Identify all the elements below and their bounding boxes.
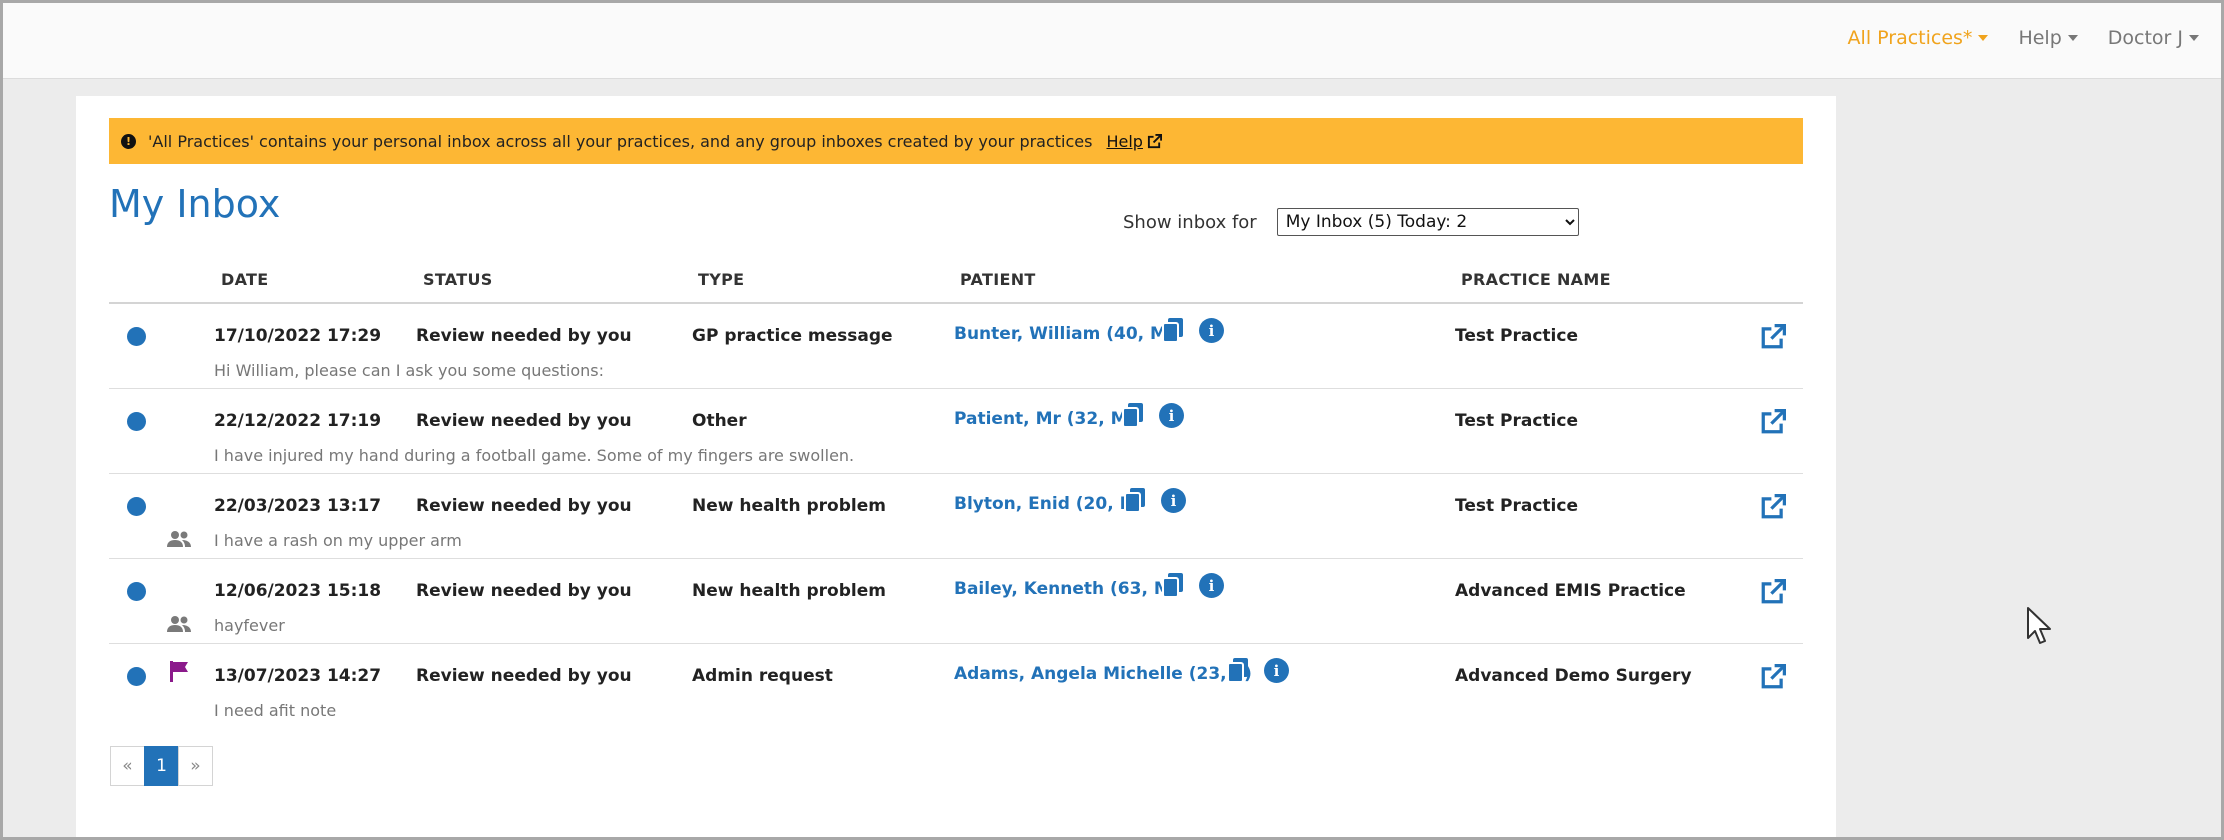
- info-icon[interactable]: i: [1199, 318, 1224, 343]
- row-status: Review needed by you: [416, 581, 632, 601]
- main-panel: ! 'All Practices' contains your personal…: [76, 96, 1836, 840]
- info-icon[interactable]: i: [1199, 573, 1224, 598]
- header-status: STATUS: [423, 270, 493, 289]
- exclamation-icon: !: [121, 133, 136, 149]
- row-practice: Test Practice: [1455, 326, 1578, 346]
- unread-dot-icon: [127, 497, 146, 516]
- external-link-icon: [1147, 133, 1162, 148]
- row-date: 12/06/2023 15:18: [214, 581, 382, 601]
- external-link-icon[interactable]: [1760, 664, 1786, 690]
- header-practice: PRACTICE NAME: [1461, 270, 1611, 289]
- inbox-filter-label: Show inbox for: [1123, 211, 1257, 233]
- top-navbar: All Practices* Help Doctor J: [3, 3, 2221, 79]
- info-icon[interactable]: i: [1159, 403, 1184, 428]
- row-date: 22/12/2022 17:19: [214, 411, 382, 431]
- unread-dot-icon: [127, 582, 146, 601]
- row-practice: Advanced Demo Surgery: [1455, 666, 1692, 686]
- help-dropdown[interactable]: Help: [2018, 27, 2078, 49]
- inbox-filter: Show inbox for My Inbox (5) Today: 2: [1123, 208, 1579, 236]
- flag-icon: [170, 661, 188, 682]
- header-date: DATE: [221, 270, 269, 289]
- alert-help-link[interactable]: Help: [1106, 131, 1162, 151]
- row-practice: Test Practice: [1455, 411, 1578, 431]
- external-link-icon[interactable]: [1760, 579, 1786, 605]
- row-preview: I have injured my hand during a football…: [214, 446, 855, 465]
- table-row[interactable]: 17/10/2022 17:29 Review needed by you GP…: [109, 304, 1803, 389]
- table-header: DATE STATUS TYPE PATIENT PRACTICE NAME: [109, 254, 1803, 304]
- copy-icon[interactable]: [1226, 656, 1250, 684]
- unread-dot-icon: [127, 412, 146, 431]
- unread-dot-icon: [127, 327, 146, 346]
- table-row[interactable]: 22/12/2022 17:19 Review needed by you Ot…: [109, 389, 1803, 474]
- external-link-icon[interactable]: [1760, 494, 1786, 520]
- user-dropdown[interactable]: Doctor J: [2108, 27, 2199, 49]
- row-date: 22/03/2023 13:17: [214, 496, 382, 516]
- row-preview: Hi William, please can I ask you some qu…: [214, 361, 604, 380]
- info-icon[interactable]: i: [1161, 488, 1186, 513]
- table-row[interactable]: 13/07/2023 14:27 Review needed by you Ad…: [109, 644, 1803, 729]
- row-patient-link[interactable]: Patient, Mr (32, M): [954, 409, 1135, 429]
- external-link-icon[interactable]: [1760, 324, 1786, 350]
- row-preview: I need afit note: [214, 701, 337, 720]
- row-preview: hayfever: [214, 616, 285, 635]
- row-patient-link[interactable]: Bunter, William (40, M): [954, 324, 1175, 344]
- chevron-down-icon: [1978, 35, 1989, 41]
- copy-icon[interactable]: [1161, 316, 1185, 344]
- row-type: GP practice message: [692, 326, 893, 346]
- user-dropdown-label: Doctor J: [2107, 27, 2183, 49]
- practices-dropdown-label: All Practices*: [1847, 27, 1973, 49]
- row-patient-link[interactable]: Blyton, Enid (20, F): [954, 494, 1139, 514]
- external-link-icon[interactable]: [1760, 409, 1786, 435]
- table-row[interactable]: 12/06/2023 15:18 Review needed by you Ne…: [109, 559, 1803, 644]
- table-row[interactable]: 22/03/2023 13:17 Review needed by you Ne…: [109, 474, 1803, 559]
- pagination-prev[interactable]: «: [110, 746, 145, 786]
- copy-icon[interactable]: [1121, 401, 1145, 429]
- row-status: Review needed by you: [416, 666, 632, 686]
- inbox-select[interactable]: My Inbox (5) Today: 2: [1276, 208, 1579, 236]
- row-patient-link[interactable]: Adams, Angela Michelle (23, F): [954, 664, 1252, 684]
- chevron-down-icon: [2067, 35, 2078, 41]
- row-status: Review needed by you: [416, 326, 632, 346]
- row-date: 17/10/2022 17:29: [214, 326, 382, 346]
- pagination: « 1 »: [110, 746, 213, 786]
- mouse-cursor-icon: [2027, 607, 2051, 644]
- help-dropdown-label: Help: [2018, 27, 2062, 49]
- row-practice: Test Practice: [1455, 496, 1578, 516]
- copy-icon[interactable]: [1123, 486, 1147, 514]
- unread-dot-icon: [127, 667, 146, 686]
- group-icon: [167, 616, 191, 632]
- header-patient: PATIENT: [960, 270, 1036, 289]
- row-type: New health problem: [692, 496, 886, 516]
- alert-help-label: Help: [1106, 131, 1143, 151]
- row-status: Review needed by you: [416, 496, 632, 516]
- info-alert: ! 'All Practices' contains your personal…: [109, 118, 1803, 164]
- chevron-down-icon: [2189, 35, 2199, 41]
- row-type: New health problem: [692, 581, 886, 601]
- row-date: 13/07/2023 14:27: [214, 666, 382, 686]
- row-type: Admin request: [692, 666, 833, 686]
- pagination-next[interactable]: »: [178, 746, 213, 786]
- row-status: Review needed by you: [416, 411, 632, 431]
- row-preview: I have a rash on my upper arm: [214, 531, 462, 550]
- row-type: Other: [692, 411, 747, 431]
- top-nav: All Practices* Help Doctor J: [1848, 3, 2199, 73]
- header-type: TYPE: [698, 270, 745, 289]
- pagination-page-1[interactable]: 1: [144, 746, 179, 786]
- copy-icon[interactable]: [1161, 571, 1185, 599]
- page-title: My Inbox: [109, 182, 281, 226]
- alert-message: 'All Practices' contains your personal i…: [148, 131, 1093, 151]
- info-icon[interactable]: i: [1264, 658, 1289, 683]
- row-patient-link[interactable]: Bailey, Kenneth (63, M): [954, 579, 1179, 599]
- row-practice: Advanced EMIS Practice: [1455, 581, 1686, 601]
- group-icon: [167, 531, 191, 547]
- inbox-table: DATE STATUS TYPE PATIENT PRACTICE NAME 1…: [109, 254, 1803, 729]
- practices-dropdown[interactable]: All Practices*: [1848, 27, 1989, 49]
